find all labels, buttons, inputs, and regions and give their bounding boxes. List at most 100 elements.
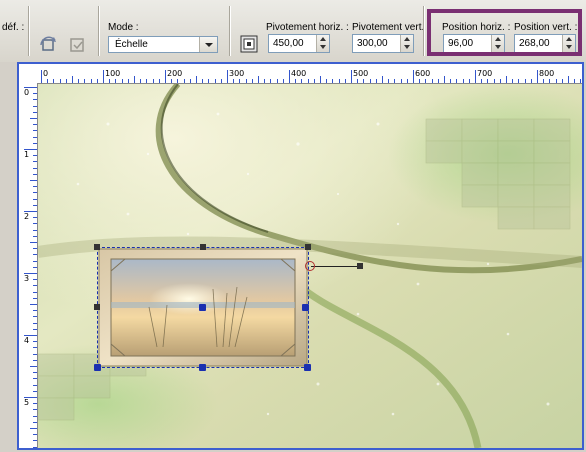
ruler-tick: [33, 223, 37, 224]
chevron-down-icon[interactable]: [199, 37, 217, 52]
pivot-v-stepper[interactable]: [400, 35, 413, 52]
edge-handle[interactable]: [302, 304, 309, 311]
ruler-tick: [33, 130, 37, 131]
ruler-tick: [33, 434, 37, 435]
ruler-tick: [33, 199, 37, 200]
ruler-tick: [30, 118, 37, 119]
ruler-tick: [208, 79, 209, 83]
ruler-label: 700: [477, 69, 493, 78]
ruler-tick: [531, 79, 532, 83]
ruler-tick: [525, 79, 526, 83]
ruler-tick: [574, 79, 575, 83]
ruler-label: 4: [24, 336, 30, 345]
ruler-tick: [128, 79, 129, 83]
ruler-label: 500: [353, 69, 369, 78]
ruler-tick: [425, 79, 426, 83]
ruler-tick: [171, 79, 172, 83]
ruler-tick: [537, 70, 538, 83]
corner-handle[interactable]: [305, 244, 311, 250]
ruler-tick: [103, 70, 104, 83]
pivot-v-field[interactable]: 300,00: [352, 34, 414, 53]
ruler-tick: [351, 70, 352, 83]
ruler-tick: [580, 79, 581, 83]
mode-select[interactable]: Échelle: [108, 36, 218, 53]
ruler-tick: [407, 79, 408, 83]
ruler-tick: [177, 79, 178, 83]
pivot-h-stepper[interactable]: [316, 35, 329, 52]
ruler-tick: [518, 79, 519, 83]
ruler-tick: [53, 79, 54, 83]
ruler-tick: [30, 242, 37, 243]
ruler-tick: [233, 79, 234, 83]
ruler-tick: [33, 230, 37, 231]
ruler-tick: [394, 79, 395, 83]
ruler-tick: [301, 79, 302, 83]
ruler-tick: [72, 76, 73, 83]
ruler-tick: [134, 76, 135, 83]
ruler-tick: [33, 310, 37, 311]
ruler-tick: [184, 79, 185, 83]
ruler-label: 300: [229, 69, 245, 78]
selected-tube-layer[interactable]: [94, 244, 363, 371]
mode-label: Mode :: [108, 22, 139, 33]
ruler-tick: [33, 341, 37, 342]
ruler-tick: [159, 79, 160, 83]
ruler-label: 100: [105, 69, 121, 78]
ruler-tick: [33, 267, 37, 268]
ruler-tick: [33, 93, 37, 94]
cut-label: déf. :: [2, 22, 25, 33]
divider: [98, 6, 99, 56]
ruler-tick: [33, 354, 37, 355]
ruler-tick: [382, 76, 383, 83]
ruler-tick: [33, 168, 37, 169]
ruler-tick: [30, 366, 37, 367]
ruler-label: 0: [43, 69, 49, 78]
apply-deform-icon[interactable]: [66, 34, 88, 56]
ruler-tick: [33, 124, 37, 125]
rotation-arm-handle[interactable]: [357, 263, 363, 269]
ruler-tick: [264, 79, 265, 83]
pivot-h-label: Pivotement horiz. :: [266, 22, 349, 33]
ruler-tick: [543, 79, 544, 83]
ruler-tick: [33, 298, 37, 299]
pivot-point[interactable]: [199, 304, 206, 311]
ruler-tick: [401, 79, 402, 83]
ruler-tick: [33, 205, 37, 206]
ruler-tick: [252, 79, 253, 83]
ruler-tick: [456, 79, 457, 83]
edit-pivot-icon[interactable]: [238, 33, 260, 55]
ruler-tick: [270, 79, 271, 83]
vertical-ruler: 0 1 2 3 4 5: [23, 83, 38, 448]
edge-handle[interactable]: [94, 304, 100, 310]
ruler-tick: [33, 329, 37, 330]
ruler-tick: [91, 79, 92, 83]
edge-handle[interactable]: [199, 364, 206, 371]
corner-handle[interactable]: [94, 364, 101, 371]
ruler-tick: [295, 79, 296, 83]
ruler-tick: [512, 79, 513, 83]
edge-handle[interactable]: [200, 244, 206, 250]
ruler-label: 0: [24, 88, 30, 97]
ruler-tick: [413, 70, 414, 83]
ruler-tick: [339, 79, 340, 83]
ruler-label: 600: [415, 69, 431, 78]
pivot-h-field[interactable]: 450,00: [268, 34, 330, 53]
rotation-handle[interactable]: [305, 261, 315, 271]
ruler-tick: [33, 316, 37, 317]
ruler-tick: [33, 378, 37, 379]
reset-deform-icon[interactable]: [38, 34, 60, 56]
ruler-tick: [33, 217, 37, 218]
ruler-tick: [494, 79, 495, 83]
ruler-tick: [320, 76, 321, 83]
ruler-tick: [33, 416, 37, 417]
ruler-tick: [33, 192, 37, 193]
ruler-tick: [30, 304, 37, 305]
corner-handle[interactable]: [94, 244, 100, 250]
ruler-tick: [66, 79, 67, 83]
ruler-tick: [326, 79, 327, 83]
deform-toolbar: déf. : Mode : Échelle Pivotement horiz. …: [0, 0, 586, 63]
corner-handle[interactable]: [304, 364, 311, 371]
ruler-tick: [33, 174, 37, 175]
ruler-tick: [140, 79, 141, 83]
ruler-tick: [33, 422, 37, 423]
